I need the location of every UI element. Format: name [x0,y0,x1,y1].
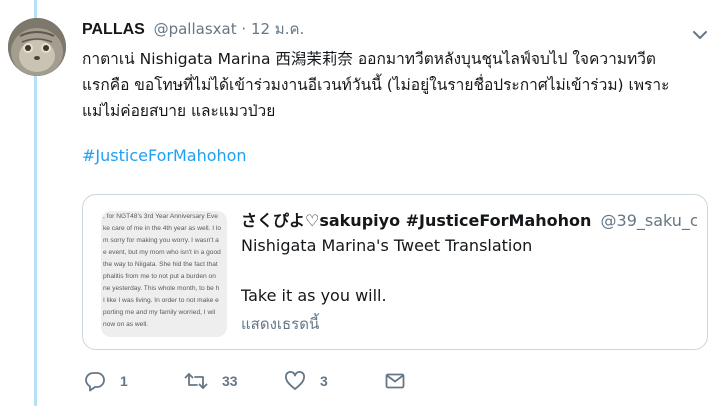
tweet-timestamp[interactable]: 12 ม.ค. [251,20,304,38]
like-count: 3 [320,373,328,389]
hashtag-link[interactable]: #JusticeForMahohon [82,144,247,168]
chevron-down-icon [693,31,707,39]
quoted-author-name: さくぴよ♡sakupiyo #JusticeForMahohon [241,211,592,230]
image-text-line: ne yesterday. This whole month, to be h [103,285,220,292]
quoted-author-handle: @39_saku_c... [600,211,697,230]
tweet-text: กาตาเน่ Nishigata Marina 西潟茉莉奈 ออกมาทวีต… [82,46,712,124]
image-text-line: I like I was living. In order to not mak… [103,297,219,304]
image-text-line: , for NGT48's 3rd Year Anniversary Eve [103,213,218,220]
direct-message-button[interactable] [384,370,406,392]
tweet-text-line: แม่ไม่ค่อยสบาย และแมวป่วย [82,102,276,120]
quoted-tweet-card[interactable]: , for NGT48's 3rd Year Anniversary Eve k… [82,194,708,350]
tweet-menu-caret[interactable] [692,26,708,39]
image-text-line: porting me and my family worried, I wil [103,309,216,316]
quoted-text-line: Nishigata Marina's Tweet Translation [241,236,533,255]
heart-icon [285,371,305,390]
dm-envelope-icon [385,373,405,389]
image-text-line: e event, but my mom who isn't in a good [103,249,221,256]
retweet-count: 33 [222,373,238,389]
image-text-line: m sorry for making you worry. I wasn't a [103,237,219,244]
tweet-header: PALLAS @pallasxat · 12 ม.ค. [82,18,708,40]
author-name[interactable]: PALLAS [82,21,145,38]
image-text-line: now on as well. [103,321,149,328]
avatar[interactable] [8,18,66,76]
quoted-text-line: Take it as you will. [241,286,387,305]
reply-icon [85,372,105,392]
image-text-line: ke care of me in the 4th year as well. I… [103,225,222,232]
avatar-cat-image [8,18,66,76]
retweet-icon [184,373,208,389]
reply-button[interactable]: 1 [84,370,128,392]
image-text-line: phalitis from me to not put a burden on [103,273,216,280]
like-button[interactable]: 3 [284,370,328,392]
header-separator: · [241,20,247,38]
image-text-line: the way to Niigata. She hid the fact tha… [103,261,218,268]
tweet-text-line: กาตาเน่ Nishigata Marina 西潟茉莉奈 ออกมาทวีต… [82,50,656,68]
retweet-button[interactable]: 33 [184,370,238,392]
quoted-tweet-image[interactable]: , for NGT48's 3rd Year Anniversary Eve k… [101,211,227,337]
show-thread-link[interactable]: แสดงเธรดนี้ [241,313,319,335]
reply-count: 1 [120,373,128,389]
tweet-text-line: แรกคือ ขอโทษที่ไม่ได้เข้าร่วมงานอีเวนท์ว… [82,76,670,94]
quoted-tweet-header: さくぴよ♡sakupiyo #JusticeForMahohon @39_sak… [241,209,697,233]
author-handle[interactable]: @pallasxat [154,20,237,38]
